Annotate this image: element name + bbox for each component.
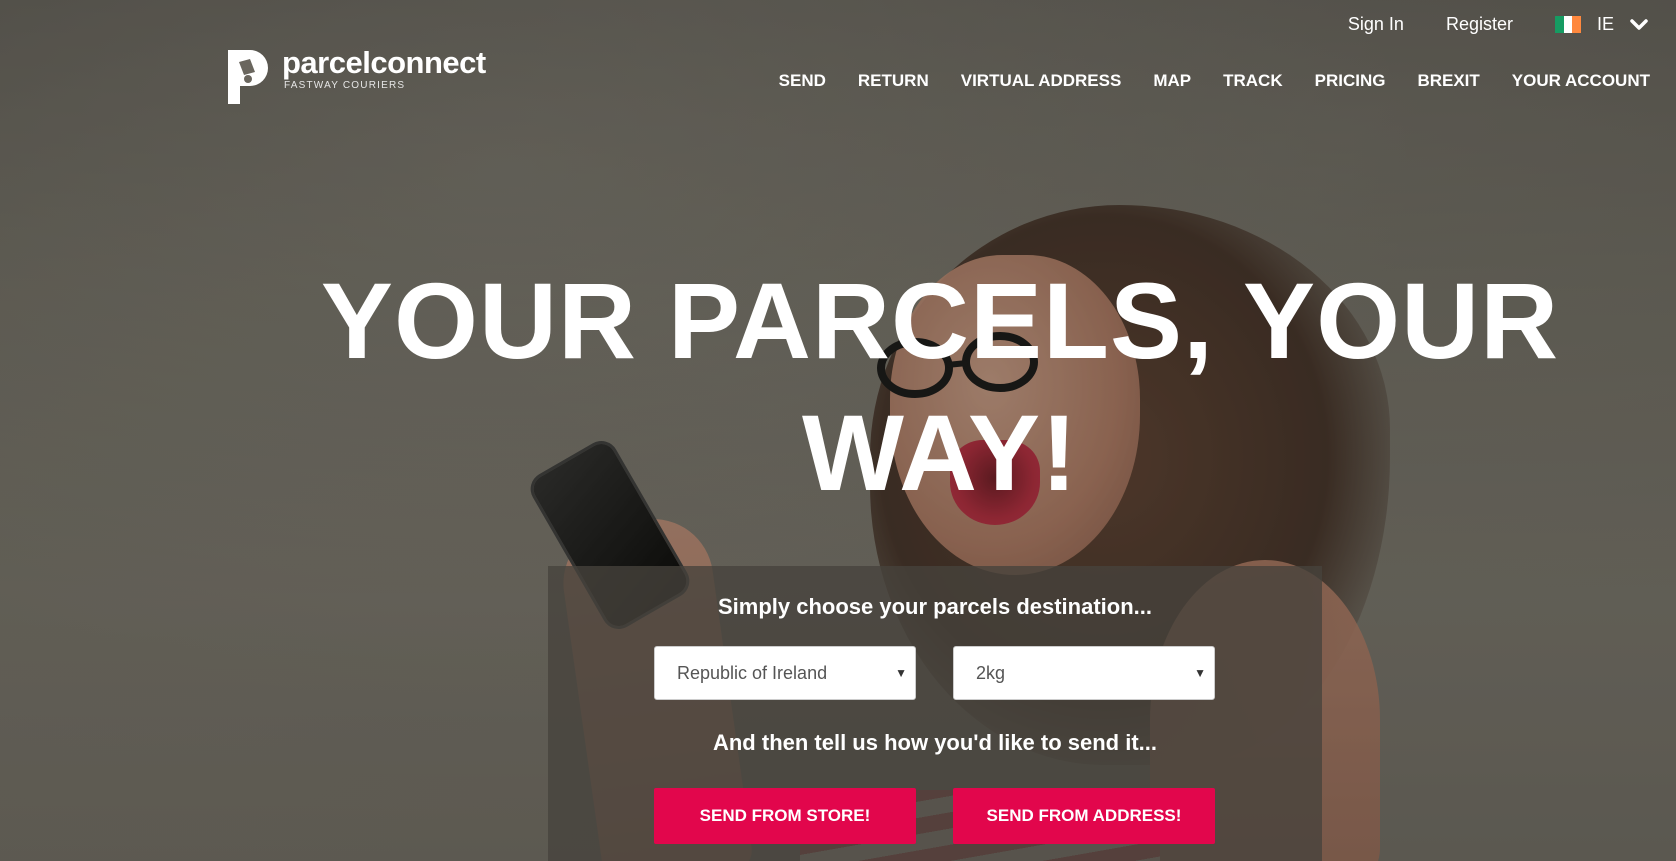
hero-headline: YOUR PARCELS, YOUR WAY! bbox=[240, 255, 1640, 519]
nav-map[interactable]: MAP bbox=[1153, 71, 1191, 91]
brand-logo[interactable]: parcelconnect FASTWAY COURIERS bbox=[224, 46, 486, 106]
select-caret-icon: ▼ bbox=[1194, 666, 1206, 680]
register-link[interactable]: Register bbox=[1446, 14, 1513, 35]
weight-value: 2kg bbox=[976, 662, 1006, 683]
page: parcelconnect FASTWAY COURIERS Sign In R… bbox=[0, 0, 1676, 861]
sign-in-link[interactable]: Sign In bbox=[1348, 14, 1404, 35]
logo-text: parcelconnect FASTWAY COURIERS bbox=[282, 45, 486, 92]
top-utility-bar: Sign In Register IE bbox=[1348, 14, 1648, 35]
hero-headline-line2: WAY! bbox=[801, 392, 1079, 513]
weight-select[interactable]: 2kg ▼ bbox=[953, 646, 1215, 700]
language-selector[interactable]: IE bbox=[1554, 14, 1648, 35]
nav-return[interactable]: RETURN bbox=[858, 71, 929, 91]
logo-subtitle: FASTWAY COURIERS bbox=[284, 80, 406, 91]
destination-select[interactable]: Republic of Ireland ▼ bbox=[654, 646, 916, 700]
destination-heading: Simply choose your parcels destination..… bbox=[717, 594, 1152, 619]
logo-name: parcelconnect bbox=[282, 45, 486, 80]
send-from-address-button[interactable]: SEND FROM ADDRESS! bbox=[953, 788, 1215, 844]
hero-headline-line1: YOUR PARCELS, YOUR bbox=[320, 260, 1560, 381]
nav-your-account[interactable]: YOUR ACCOUNT bbox=[1512, 71, 1650, 91]
select-caret-icon: ▼ bbox=[895, 666, 907, 680]
main-nav: SEND RETURN VIRTUAL ADDRESS MAP TRACK PR… bbox=[779, 71, 1650, 91]
nav-track[interactable]: TRACK bbox=[1223, 71, 1283, 91]
language-code: IE bbox=[1596, 14, 1614, 34]
chevron-down-icon bbox=[1630, 18, 1648, 30]
nav-brexit[interactable]: BREXIT bbox=[1417, 71, 1479, 91]
quote-panel: Simply choose your parcels destination..… bbox=[548, 566, 1322, 861]
send-method-heading: And then tell us how you'd like to send … bbox=[712, 730, 1158, 755]
ireland-flag-icon bbox=[1554, 16, 1581, 33]
nav-send[interactable]: SEND bbox=[779, 71, 826, 91]
send-from-store-button[interactable]: SEND FROM STORE! bbox=[654, 788, 916, 844]
logo-mark-icon bbox=[228, 50, 268, 104]
nav-virtual-address[interactable]: VIRTUAL ADDRESS bbox=[961, 71, 1122, 91]
nav-pricing[interactable]: PRICING bbox=[1315, 71, 1386, 91]
destination-value: Republic of Ireland bbox=[677, 662, 828, 683]
